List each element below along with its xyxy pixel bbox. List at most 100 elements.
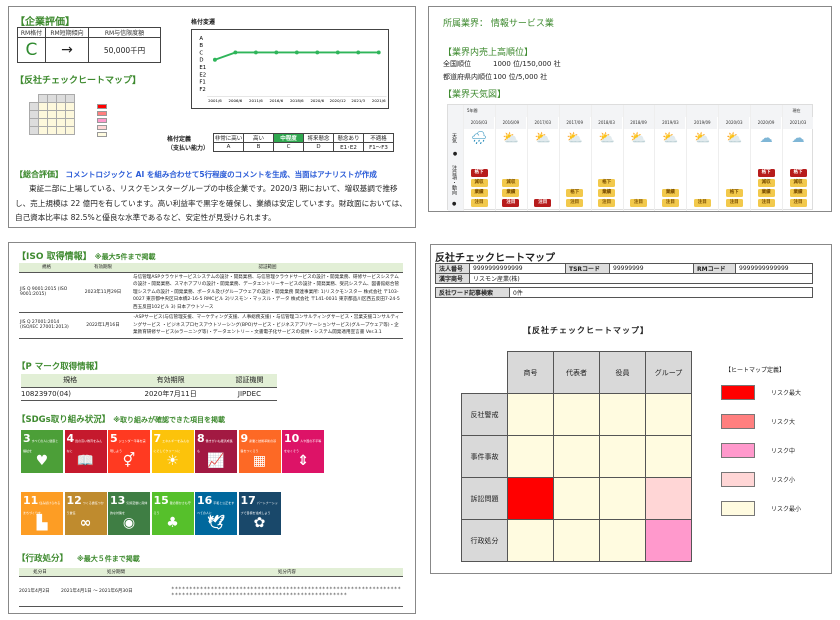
sdg-goal-12: 12 つくる責任つかう責任 ∞: [64, 492, 107, 535]
heatmap-cell: [645, 435, 692, 478]
mini-legend-item: [97, 117, 107, 124]
heatmap-grid: 商号 代表者 役員 グループ 反社警戒 事件事故 訴訟問題 行政処分: [461, 351, 692, 562]
notice-tag: 注目: [598, 199, 616, 207]
sector-label: 所属業界：: [443, 19, 489, 29]
heatmap-row-header: 訴訟問題: [461, 477, 508, 520]
certifications-panel: 【ISO 取得情報】 ※最大5件まで掲載 規格 有効期限 認証範囲 JIS Q …: [8, 242, 416, 614]
notice-tag: 注目: [757, 199, 775, 207]
company-evaluation-panel: 【企業評価】 RM格付 RM短期傾向 RM与信限度額 C → 50,000千円 …: [8, 6, 416, 228]
admin-period: 2021年4月1日 ～ 2021年6月30日: [61, 576, 171, 607]
legend-item: リスク最小: [721, 494, 821, 523]
notice-tag: 注目: [789, 199, 807, 207]
partly-icon: ⛅: [662, 131, 679, 146]
heatmap-col-header: 代表者: [553, 351, 600, 394]
partly-icon: ⛅: [598, 131, 615, 146]
mini-cell: [38, 102, 48, 111]
mini-cell: [65, 118, 75, 127]
sdg-icon: ⚥: [122, 453, 136, 469]
info-icon[interactable]: ●: [452, 201, 456, 207]
weather-column: 2018/03 ⛅ 格下 業績 注目: [590, 105, 622, 211]
weather-column: 2016/03 🌧 格下 減収 業績 注目: [463, 105, 494, 211]
grade-code: F1～F3: [363, 142, 394, 152]
admin-title: 【行政処分】: [17, 554, 69, 564]
notice-tag: 注目: [693, 199, 711, 207]
legend-item: リスク中: [721, 436, 821, 465]
partly-icon: ⛅: [726, 131, 743, 146]
weather-column: 2019/03 ⛅ 業績 注目: [654, 105, 686, 211]
sdg-icon: ∞: [79, 515, 92, 531]
heatmap-cell: [599, 393, 646, 436]
search-value: 0件: [509, 287, 813, 298]
mini-cell: [47, 126, 57, 135]
mini-row-header: [29, 102, 39, 111]
row-label-weather: 天気: [451, 133, 457, 143]
sdgs-grid: 3 すべての人に健康と福祉を ♥ 4 質の高い教育をみんなに 📖 5 ジェンダー平等を実…: [21, 430, 324, 535]
corner: [30, 95, 39, 103]
heatmap-cell: [645, 477, 692, 520]
summary-text: 東証二部に上場している、リスクモンスターグループの中核企業です。2020/3 期…: [15, 184, 407, 222]
row-label-notes: 注目項・動向: [451, 165, 457, 195]
national-rank-label: 全国順位: [443, 60, 471, 68]
partly-icon: ⛅: [534, 131, 551, 146]
iso-header: 規格: [19, 263, 74, 273]
iso-heading: 【ISO 取得情報】 ※最大5件まで掲載: [17, 249, 155, 262]
sdg-goal-5: 5 ジェンダー平等を実現しよう ⚥: [108, 430, 150, 473]
grade-level: 非常に高い: [213, 133, 244, 143]
x-tick-label: 2011/6: [249, 98, 263, 103]
notice-tag: 格下: [566, 189, 584, 197]
tag-stack: 減収 業績 注目: [496, 177, 526, 207]
heatmap-cell: [553, 435, 600, 478]
sdg-number: 3: [23, 432, 31, 445]
heatmap-col-header: 商号: [507, 351, 554, 394]
weather-date: 2020/09: [751, 117, 782, 129]
notice-tag: 業績: [789, 189, 807, 197]
grade-history-chart: 格付変遷 A B C D E1 E2 F1 F2 2001/6 2006/6 2011/6 2016/…: [187, 15, 407, 115]
admin-date: 2021年4月2日: [19, 576, 61, 607]
sdg-goal-4: 4 質の高い教育をみんなに 📖: [64, 430, 107, 473]
iso-standard: JIS Q 9001:2015 (ISO 9001:2015): [19, 272, 74, 313]
legend-swatch: [97, 132, 107, 137]
heatmap-cell: [599, 519, 646, 562]
grade-label-sub: （支払い能力）: [167, 145, 210, 152]
admin-header: 処分内容: [171, 568, 403, 577]
legend-swatch: [97, 118, 107, 123]
pmark-authority: JIPDEC: [221, 387, 277, 401]
rm-table: RM格付 RM短期傾向 RM与信限度額 C → 50,000千円: [17, 27, 161, 63]
weather-date: 2020/03: [719, 117, 750, 129]
rm-header: RM格付: [17, 27, 46, 38]
pref-rank-value: 100 位/5,000 社: [493, 73, 548, 81]
admin-content: ＊＊＊＊＊＊＊＊＊＊＊＊＊＊＊＊＊＊＊＊＊＊＊＊＊＊＊＊＊＊＊＊＊＊＊＊＊＊＊＊…: [171, 576, 403, 607]
grade-code: C: [273, 142, 304, 152]
corp-no-value: 9999999999999: [469, 263, 566, 274]
legend-swatch: [721, 501, 755, 516]
rain-icon: 🌧: [470, 131, 488, 146]
grade-point: [233, 50, 238, 55]
iso-expiry: 2023年11月29日: [74, 272, 132, 313]
grade-point: [212, 57, 217, 62]
summary-heading: 【総合評価】 コメントロジックと AI を組み合わせて5行程度のコメントを生成、…: [15, 169, 377, 180]
heatmap-cell: [599, 477, 646, 520]
search-label: 反社ワード記事検索: [435, 287, 510, 298]
pmark-title: 【P マーク取得情報】: [17, 362, 103, 372]
grade-definition-label: 格付定義 （支払い能力）: [167, 135, 209, 153]
legend-swatch: [721, 385, 755, 400]
search-info-table: 反社ワード記事検索 0件: [435, 287, 813, 298]
notice-tag: 注目: [725, 199, 743, 207]
weather-date: 2019/03: [655, 117, 686, 129]
sdg-goal-15: 15 陸の豊かさも守ろう ♣: [151, 492, 194, 535]
info-icon[interactable]: ●: [452, 151, 458, 157]
sdg-number: 8: [197, 432, 205, 445]
heatmap-legend: 【ヒートマップ定義】 リスク最大 リスク大 リスク中 リスク小 リスク最小: [721, 365, 821, 523]
grade-level: 中程度: [273, 133, 304, 143]
heatmap-cell: [553, 393, 600, 436]
sdg-goal-7: 7 エネルギーをみんなにそしてクリーンに ☀: [151, 430, 194, 473]
heatmap-cell: [553, 519, 600, 562]
notice-tag: 注目: [630, 199, 647, 207]
sdg-icon: ♥: [35, 453, 49, 469]
cloudy-icon: ☁: [791, 131, 805, 146]
weather-column: 2021/03 ☁ 格下 減収 業績 注目: [782, 105, 813, 211]
heatmap-panel-title: 反社チェックヒートマップ: [435, 253, 555, 264]
corp-no-label: 法人番号: [435, 263, 470, 274]
rm-credit-limit: 50,000千円: [88, 37, 161, 63]
sdg-icon: 🕊: [207, 515, 225, 531]
